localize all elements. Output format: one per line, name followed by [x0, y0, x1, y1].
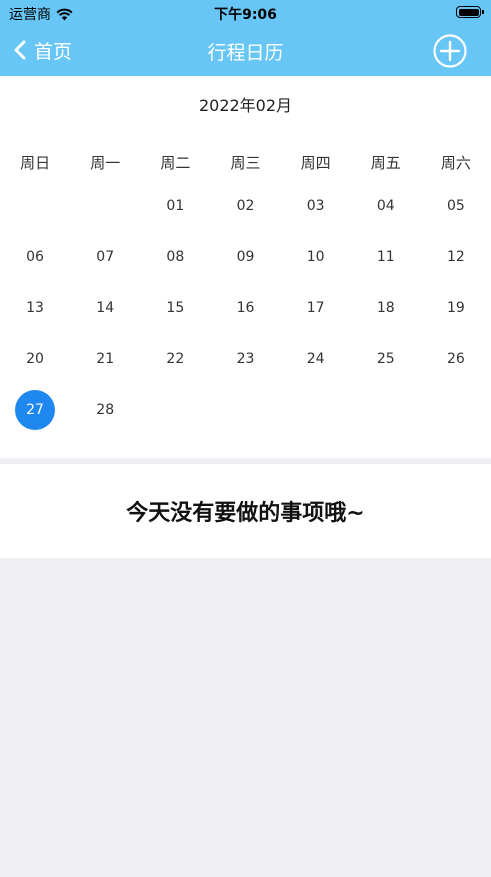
day-number: 05 — [447, 197, 465, 214]
day-number: 07 — [96, 248, 115, 265]
day-number: 04 — [376, 197, 395, 214]
calendar-day[interactable]: 15 — [140, 282, 210, 333]
calendar-day[interactable]: 12 — [421, 231, 491, 282]
calendar-day-empty — [351, 384, 421, 435]
weekday-label: 周一 — [90, 154, 121, 172]
calendar-day[interactable]: 17 — [281, 282, 351, 333]
day-number: 14 — [96, 299, 115, 316]
day-number: 25 — [376, 350, 395, 367]
weekday-label: 周日 — [20, 154, 51, 172]
day-number: 20 — [26, 350, 44, 367]
day-number: 19 — [447, 299, 465, 316]
calendar-day-empty — [210, 384, 280, 435]
day-number: 15 — [166, 299, 185, 316]
battery-icon — [456, 6, 484, 18]
calendar-day[interactable]: 20 — [0, 333, 70, 384]
day-number: 28 — [96, 401, 115, 418]
day-number: 09 — [236, 248, 255, 265]
day-number: 12 — [447, 248, 465, 265]
weekday-label: 周四 — [300, 154, 331, 172]
weekday-label: 周五 — [370, 154, 401, 172]
status-time: 下午9:06 — [214, 7, 277, 23]
calendar-day-empty — [140, 384, 210, 435]
day-number: 21 — [96, 350, 115, 367]
weekday-label: 周二 — [160, 154, 191, 172]
calendar-day[interactable]: 26 — [421, 333, 491, 384]
calendar-day[interactable]: 01 — [140, 180, 210, 231]
calendar-day[interactable]: 03 — [281, 180, 351, 231]
calendar-day[interactable]: 08 — [140, 231, 210, 282]
calendar-day[interactable]: 05 — [421, 180, 491, 231]
weekday-label: 周六 — [440, 154, 471, 172]
calendar-panel: 2022年02月 周日 周一 周二 周三 周四 周五 周六 01 02 03 04 05… — [0, 76, 491, 458]
calendar-day[interactable]: 23 — [210, 333, 280, 384]
empty-state-message: 今天没有要做的事项哦~ — [126, 501, 365, 526]
calendar-day-empty — [0, 180, 70, 231]
day-number: 24 — [306, 350, 325, 367]
nav-header: 运营商 下午9:06 首页 行程日历 — [0, 0, 491, 76]
calendar-day[interactable]: 06 — [0, 231, 70, 282]
day-number: 01 — [166, 197, 185, 214]
day-grid: 01 02 03 04 05 06 07 08 09 10 11 12 13 14 15 16 17 18 19 20… — [0, 180, 491, 435]
calendar-day-empty — [281, 384, 351, 435]
day-number: 26 — [447, 350, 465, 367]
weekday-header: 周日 周一 周二 周三 周四 周五 周六 — [0, 152, 491, 173]
calendar-day-empty — [421, 384, 491, 435]
page-title: 行程日历 — [207, 42, 284, 64]
day-number: 23 — [236, 350, 255, 367]
calendar-day[interactable]: 13 — [0, 282, 70, 333]
day-number: 22 — [166, 350, 185, 367]
calendar-day[interactable]: 14 — [70, 282, 140, 333]
day-number: 11 — [376, 248, 395, 265]
calendar-day[interactable]: 28 — [70, 384, 140, 435]
calendar-day[interactable]: 21 — [70, 333, 140, 384]
calendar-day[interactable]: 04 — [351, 180, 421, 231]
month-title: 2022年02月 — [198, 96, 293, 115]
calendar-day[interactable]: 09 — [210, 231, 280, 282]
calendar-day-empty — [70, 180, 140, 231]
calendar-day[interactable]: 27 — [0, 384, 70, 435]
calendar-day[interactable]: 22 — [140, 333, 210, 384]
day-number: 08 — [166, 248, 185, 265]
day-number: 16 — [236, 299, 255, 316]
calendar-day[interactable]: 07 — [70, 231, 140, 282]
calendar-day[interactable]: 24 — [281, 333, 351, 384]
day-number: 02 — [236, 197, 255, 214]
empty-state-panel: 今天没有要做的事项哦~ — [0, 464, 491, 558]
calendar-day[interactable]: 19 — [421, 282, 491, 333]
weekday-label: 周三 — [230, 154, 261, 172]
calendar-day[interactable]: 10 — [281, 231, 351, 282]
calendar-day[interactable]: 18 — [351, 282, 421, 333]
calendar-day[interactable]: 02 — [210, 180, 280, 231]
day-number: 10 — [306, 248, 325, 265]
calendar-day[interactable]: 16 — [210, 282, 280, 333]
day-number: 03 — [306, 197, 325, 214]
day-number: 06 — [26, 248, 44, 265]
day-number: 17 — [306, 299, 325, 316]
day-number: 27 — [15, 389, 56, 430]
calendar-day[interactable]: 25 — [351, 333, 421, 384]
day-number: 13 — [26, 299, 44, 316]
add-button[interactable] — [433, 34, 467, 68]
day-number: 18 — [376, 299, 395, 316]
calendar-day[interactable]: 11 — [351, 231, 421, 282]
